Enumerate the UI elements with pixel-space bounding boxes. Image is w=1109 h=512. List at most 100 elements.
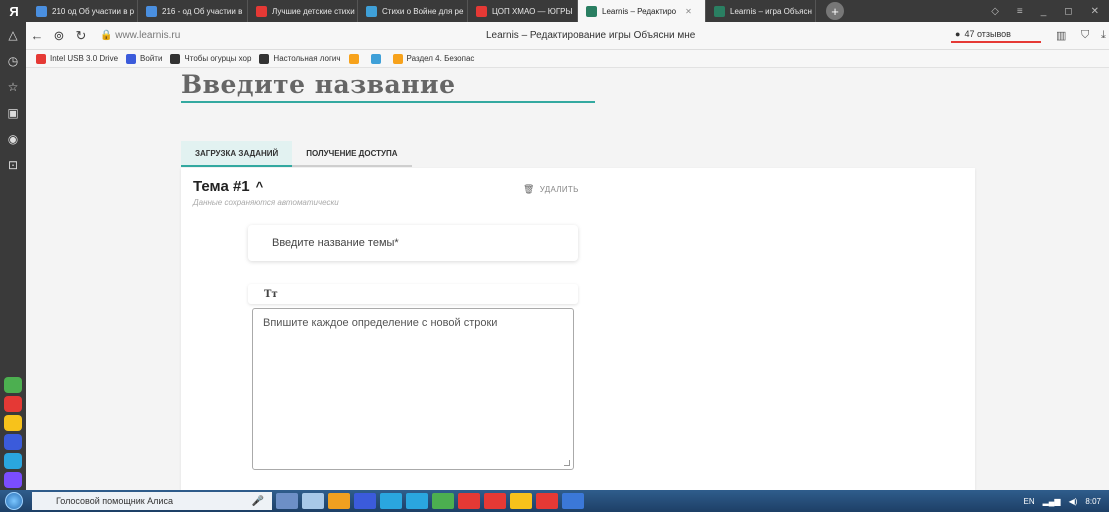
protect-icon[interactable]: ⊚	[48, 28, 70, 44]
reviews-label: 47 отзывов	[964, 29, 1011, 39]
definitions-textarea[interactable]: Впишите каждое определение с новой строк…	[252, 308, 574, 470]
microphone-icon[interactable]: 🎤	[252, 496, 264, 507]
tab-favicon-icon	[146, 5, 157, 17]
browser-tab[interactable]: Лучшие детские стихи	[248, 0, 358, 22]
text-format-icon[interactable]: Tт	[264, 289, 278, 300]
tab-get-access[interactable]: ПОЛУЧЕНИЕ ДОСТУПА	[292, 141, 412, 167]
history-icon[interactable]: ◷	[0, 48, 26, 74]
shield-icon[interactable]: ⛉	[1081, 29, 1089, 42]
tab-favicon-icon	[476, 5, 487, 17]
url-text: www.learnis.ru	[115, 30, 181, 41]
volume-icon[interactable]: ◀)	[1069, 497, 1078, 506]
title-underline	[181, 101, 595, 103]
bookmark-item[interactable]: Войти	[126, 53, 163, 64]
close-tab-icon[interactable]: ✕	[685, 7, 692, 16]
network-icon[interactable]: ▂▄▆	[1043, 497, 1061, 506]
sidebar-app-icon[interactable]	[4, 415, 22, 431]
taskbar-app-icon[interactable]	[484, 493, 506, 509]
theme-title: Тема #1	[193, 178, 250, 195]
video-icon[interactable]: ◉	[0, 126, 26, 152]
minimize-icon[interactable]: _	[1041, 6, 1047, 17]
taskbar-app-icon[interactable]	[354, 493, 376, 509]
bookmark-item[interactable]: Настольная логич	[259, 53, 341, 64]
delete-button[interactable]: 🗑 УДАЛИТЬ	[523, 184, 579, 195]
taskbar-app-icon[interactable]	[562, 493, 584, 509]
system-tray: EN ▂▄▆ ◀) 8:07	[1023, 497, 1109, 506]
collections-icon[interactable]: ▣	[0, 100, 26, 126]
taskbar-app-icon[interactable]	[302, 493, 324, 509]
bookmark-label: Войти	[140, 54, 163, 63]
theme-header[interactable]: Тема #1 ^	[193, 178, 263, 195]
tab-label: Стихи о Войне для ре	[382, 6, 464, 16]
resize-handle[interactable]	[564, 460, 570, 466]
sidebar-app-icon[interactable]	[4, 472, 22, 488]
tab-label: 210 од Об участии в р	[52, 6, 135, 16]
taskbar-app-icon[interactable]	[328, 493, 350, 509]
back-icon[interactable]: ←	[26, 28, 48, 43]
definitions-placeholder: Впишите каждое определение с новой строк…	[263, 317, 498, 329]
reload-icon[interactable]: ↻	[70, 28, 92, 44]
bookmark-favicon-icon	[348, 53, 359, 64]
browser-tab[interactable]: Learnis – Редактиро ✕	[578, 0, 706, 22]
browser-tab[interactable]: ЦОП ХМАО — ЮГРЫ	[468, 0, 578, 22]
chevron-up-icon[interactable]: ^	[256, 179, 264, 194]
delete-label: УДАЛИТЬ	[539, 185, 579, 194]
browser-tab[interactable]: Learnis – игра Объясн	[706, 0, 816, 22]
taskbar-apps	[272, 493, 584, 509]
bookmark-item[interactable]	[370, 53, 385, 64]
tab-upload-tasks[interactable]: ЗАГРУЗКА ЗАДАНИЙ	[181, 141, 293, 167]
tab-label: Learnis – игра Объясн	[730, 6, 812, 16]
sidebar-app-icon[interactable]	[4, 453, 22, 469]
close-window-icon[interactable]: ✕	[1091, 6, 1099, 17]
bookmark-label: Настольная логич	[273, 54, 341, 63]
reviews-button[interactable]: ● 47 отзывов	[951, 27, 1041, 43]
browser-tab[interactable]: Стихи о Войне для ре	[358, 0, 468, 22]
sidebar-app-icon[interactable]	[4, 396, 22, 412]
alice-icon[interactable]: △	[0, 22, 26, 48]
taskbar-app-icon[interactable]	[380, 493, 402, 509]
bookmarks-bar: Intel USB 3.0 Drive Войти Чтобы огурцы хор…	[26, 50, 1109, 68]
bookmark-item[interactable]: Раздел 4. Безопас	[392, 53, 475, 64]
bookmarks-icon[interactable]: ☆	[0, 74, 26, 100]
taskbar-app-icon[interactable]	[406, 493, 428, 509]
text-toolbar: Tт	[248, 284, 578, 304]
sidebar-apps	[4, 377, 22, 488]
taskbar-app-icon[interactable]	[510, 493, 532, 509]
alice-search-box[interactable]: Голосовой помощник Алиса 🎤	[32, 492, 272, 510]
bookmark-item[interactable]: Чтобы огурцы хор	[170, 53, 251, 64]
bookmark-label: Раздел 4. Безопас	[406, 54, 475, 63]
clock[interactable]: 8:07	[1085, 497, 1101, 506]
bookmark-favicon-icon	[370, 53, 381, 64]
language-indicator[interactable]: EN	[1023, 497, 1034, 506]
yandex-logo-icon[interactable]: Я	[0, 0, 28, 22]
bookmark-item[interactable]: Intel USB 3.0 Drive	[36, 53, 119, 64]
tab-favicon-icon	[714, 5, 725, 17]
browser-tab-strip: Я 210 од Об участии в р 216 - од Об участ…	[0, 0, 1109, 22]
sidebar-app-icon[interactable]	[4, 434, 22, 450]
taskbar-app-icon[interactable]	[276, 493, 298, 509]
sidebar-app-icon[interactable]	[4, 377, 22, 393]
bookmark-label: Intel USB 3.0 Drive	[50, 54, 119, 63]
bookmark-item[interactable]	[348, 53, 363, 64]
bookmark-icon[interactable]: ◇	[991, 6, 999, 17]
url-field[interactable]: 🔒 www.learnis.ru	[100, 30, 180, 41]
browser-tab[interactable]: 216 - од Об участии в	[138, 0, 248, 22]
start-button[interactable]	[0, 490, 28, 512]
topic-name-input[interactable]: Введите название темы*	[248, 225, 578, 261]
bookmark-favicon-icon	[170, 53, 181, 64]
taskbar-app-icon[interactable]	[536, 493, 558, 509]
restore-icon[interactable]: ◻	[1064, 6, 1072, 17]
download-icon[interactable]: ⤓	[1101, 29, 1106, 42]
reader-icon[interactable]: ▥	[1056, 29, 1066, 42]
new-tab-button[interactable]: +	[826, 2, 844, 20]
bookmark-favicon-icon	[392, 53, 403, 64]
taskbar-app-icon[interactable]	[432, 493, 454, 509]
calendar-icon[interactable]: ⊡	[0, 152, 26, 178]
game-title-input[interactable]: Введите название	[181, 70, 455, 99]
address-bar: ← ⊚ ↻ 🔒 www.learnis.ru Learnis – Редакти…	[26, 22, 1109, 50]
browser-tab[interactable]: 210 од Об участии в р	[28, 0, 138, 22]
taskbar-app-icon[interactable]	[458, 493, 480, 509]
menu-icon[interactable]: ≡	[1017, 6, 1023, 17]
bookmark-favicon-icon	[36, 53, 46, 64]
autosave-note: Данные сохраняются автоматически	[193, 198, 339, 207]
